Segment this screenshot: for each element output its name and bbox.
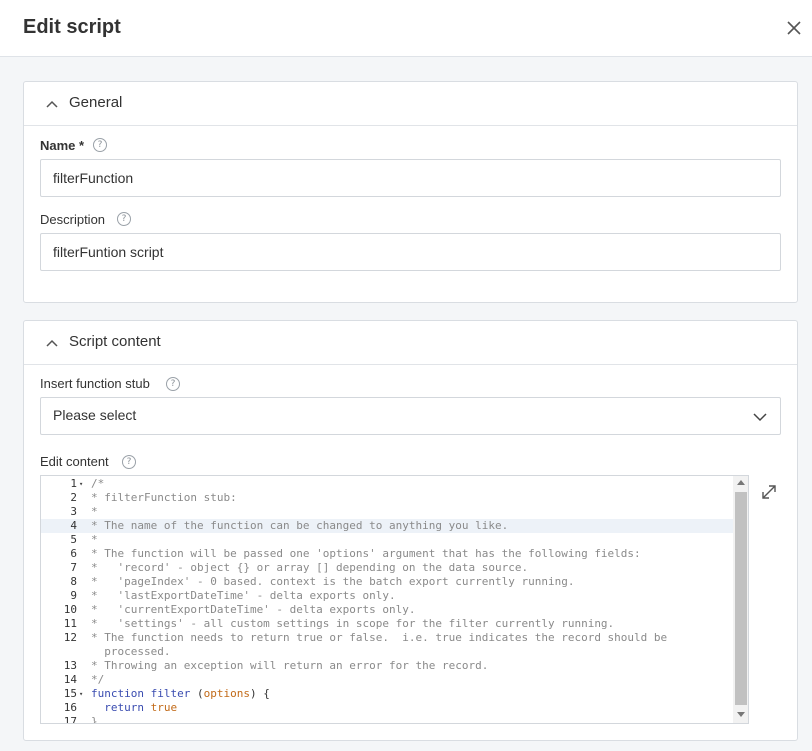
code-text: * 'lastExportDateTime' - delta exports o… bbox=[91, 589, 396, 602]
line-number: 7 bbox=[70, 561, 77, 574]
help-icon[interactable]: ? bbox=[117, 212, 131, 226]
code-line[interactable]: 3 * bbox=[41, 505, 733, 519]
code-text: function filter (options) { bbox=[91, 687, 270, 701]
code-text: /* bbox=[91, 477, 105, 490]
code-text: return true bbox=[91, 701, 177, 715]
code-line[interactable]: 17} bbox=[41, 715, 733, 724]
expand-icon[interactable] bbox=[759, 482, 779, 502]
line-number: 17 bbox=[63, 715, 77, 724]
help-icon[interactable]: ? bbox=[122, 455, 136, 469]
description-field[interactable] bbox=[40, 233, 781, 271]
line-number: 4 bbox=[70, 519, 77, 532]
code-line[interactable]: 14 */ bbox=[41, 673, 733, 687]
code-text: * The name of the function can be change… bbox=[91, 519, 509, 532]
fold-arrow-icon[interactable]: ▾ bbox=[79, 477, 87, 491]
line-number: 11 bbox=[63, 617, 77, 630]
code-text: * 'record' - object {} or array [] depen… bbox=[91, 561, 529, 574]
line-number: 1 bbox=[70, 477, 77, 490]
code-text: * 'currentExportDateTime' - delta export… bbox=[91, 603, 416, 616]
scroll-down-arrow[interactable] bbox=[737, 712, 745, 717]
code-token: ( bbox=[190, 687, 204, 700]
script-content-panel: Script content Insert function stub ? Pl… bbox=[23, 320, 798, 741]
code-token: options bbox=[203, 687, 250, 700]
code-line[interactable]: 5 * bbox=[41, 533, 733, 547]
chevron-down-icon bbox=[753, 413, 767, 422]
code-line[interactable]: 16 return true bbox=[41, 701, 733, 715]
code-line[interactable]: 4 * The name of the function can be chang… bbox=[41, 519, 733, 533]
line-number: 16 bbox=[63, 701, 77, 714]
code-token: true bbox=[143, 701, 178, 714]
stub-label: Insert function stub bbox=[40, 376, 150, 391]
code-line[interactable]: 2 * filterFunction stub: bbox=[41, 491, 733, 505]
line-number: 6 bbox=[70, 547, 77, 560]
line-number: 8 bbox=[70, 575, 77, 588]
edit-content-label: Edit content bbox=[40, 454, 109, 469]
code-line[interactable]: 7 * 'record' - object {} or array [] depe… bbox=[41, 561, 733, 575]
code-line[interactable]: 6 * The function will be passed one 'opti… bbox=[41, 547, 733, 561]
line-number: 13 bbox=[63, 659, 77, 672]
general-panel-title: General bbox=[69, 94, 123, 111]
editor-scrollbar[interactable] bbox=[733, 476, 748, 723]
code-line[interactable]: 8 * 'pageIndex' - 0 based. context is the… bbox=[41, 575, 733, 589]
code-line[interactable]: 11 * 'settings' - all custom settings in … bbox=[41, 617, 733, 631]
code-line[interactable]: processed. bbox=[41, 645, 733, 659]
code-line[interactable]: 1 ▾ /* bbox=[41, 477, 733, 491]
select-value: Please select bbox=[53, 407, 137, 423]
name-field[interactable] bbox=[40, 159, 781, 197]
scroll-up-arrow[interactable] bbox=[737, 480, 745, 485]
code-text: * The function will be passed one 'optio… bbox=[91, 547, 641, 560]
code-line[interactable]: 12 * The function needs to return true or… bbox=[41, 631, 733, 645]
line-number: 14 bbox=[63, 673, 77, 686]
code-text: * bbox=[91, 533, 98, 546]
code-token: function filter bbox=[91, 687, 191, 700]
code-line[interactable]: 9 * 'lastExportDateTime' - delta exports … bbox=[41, 589, 733, 603]
code-editor[interactable]: 1 ▾/* 2 * filterFunction stub: 3 * 4 * The name… bbox=[40, 475, 749, 724]
line-number: 15 bbox=[63, 687, 77, 700]
general-panel-header[interactable]: General bbox=[24, 82, 797, 126]
code-text: * 'pageIndex' - 0 based. context is the … bbox=[91, 575, 575, 588]
function-stub-select[interactable]: Please select bbox=[40, 397, 781, 435]
code-text: * Throwing an exception will return an e… bbox=[91, 659, 489, 672]
general-panel: General Name * ? Description ? bbox=[23, 81, 798, 303]
chevron-up-icon bbox=[46, 100, 58, 108]
close-icon[interactable] bbox=[783, 17, 805, 39]
code-text: */ bbox=[91, 673, 105, 686]
code-line[interactable]: 15 ▾ function filter (options) { bbox=[41, 687, 733, 701]
code-token: ) { bbox=[249, 687, 270, 700]
code-text: * 'settings' - all custom settings in sc… bbox=[91, 617, 615, 630]
dialog-header: Edit script bbox=[0, 0, 812, 57]
fold-arrow-icon[interactable]: ▾ bbox=[79, 687, 87, 701]
script-content-panel-header[interactable]: Script content bbox=[24, 321, 797, 365]
required-marker: * bbox=[79, 138, 85, 153]
line-number: 12 bbox=[63, 631, 77, 644]
code-token: return bbox=[91, 701, 144, 714]
code-text: * filterFunction stub: bbox=[91, 491, 237, 504]
dialog-title: Edit script bbox=[23, 16, 121, 38]
chevron-up-icon bbox=[46, 339, 58, 347]
line-number: 3 bbox=[70, 505, 77, 518]
line-number: 10 bbox=[63, 603, 77, 616]
code-line[interactable]: 13 * Throwing an exception will return an… bbox=[41, 659, 733, 673]
line-number: 5 bbox=[70, 533, 77, 546]
code-text: } bbox=[91, 715, 98, 724]
line-number: 2 bbox=[70, 491, 77, 504]
help-icon[interactable]: ? bbox=[93, 138, 107, 152]
line-number: 9 bbox=[70, 589, 77, 602]
code-line[interactable]: 10 * 'currentExportDateTime' - delta expo… bbox=[41, 603, 733, 617]
code-text: processed. bbox=[91, 645, 171, 658]
code-text: * The function needs to return true or f… bbox=[91, 631, 668, 644]
code-text: * bbox=[91, 505, 98, 518]
script-content-panel-title: Script content bbox=[69, 333, 161, 350]
scroll-thumb[interactable] bbox=[735, 492, 747, 705]
name-label: Name * bbox=[40, 138, 85, 153]
description-label: Description bbox=[40, 212, 106, 227]
help-icon[interactable]: ? bbox=[166, 377, 180, 391]
